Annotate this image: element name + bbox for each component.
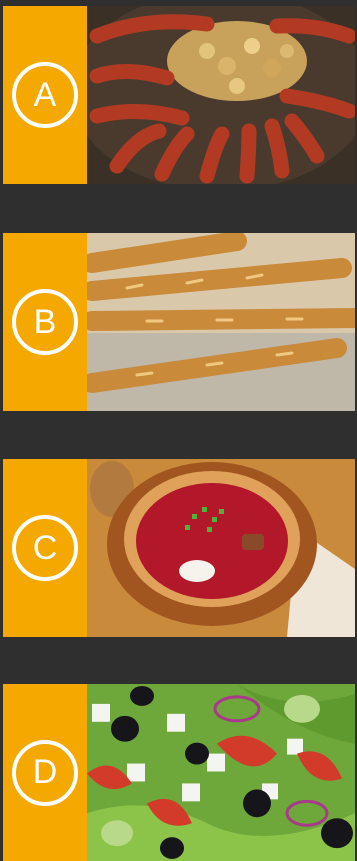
borscht-bowl-photo [87,459,355,637]
option-d-letter: D [12,739,78,806]
greek-salad-photo [87,684,355,861]
option-b-tab: B [3,233,87,411]
option-b-letter: B [12,289,78,355]
option-a-tab: A [3,6,87,184]
sausages-potatoes-pan-photo [87,6,355,184]
option-b[interactable]: B [3,233,355,411]
option-c-letter: C [12,515,78,581]
option-c-tab: C [3,459,87,637]
baguettes-photo [87,233,355,411]
option-d-tab: D [3,684,87,861]
option-d[interactable]: D [3,684,355,861]
option-a-letter: A [12,62,78,128]
option-a[interactable]: A [3,6,355,184]
option-c[interactable]: C [3,459,355,637]
